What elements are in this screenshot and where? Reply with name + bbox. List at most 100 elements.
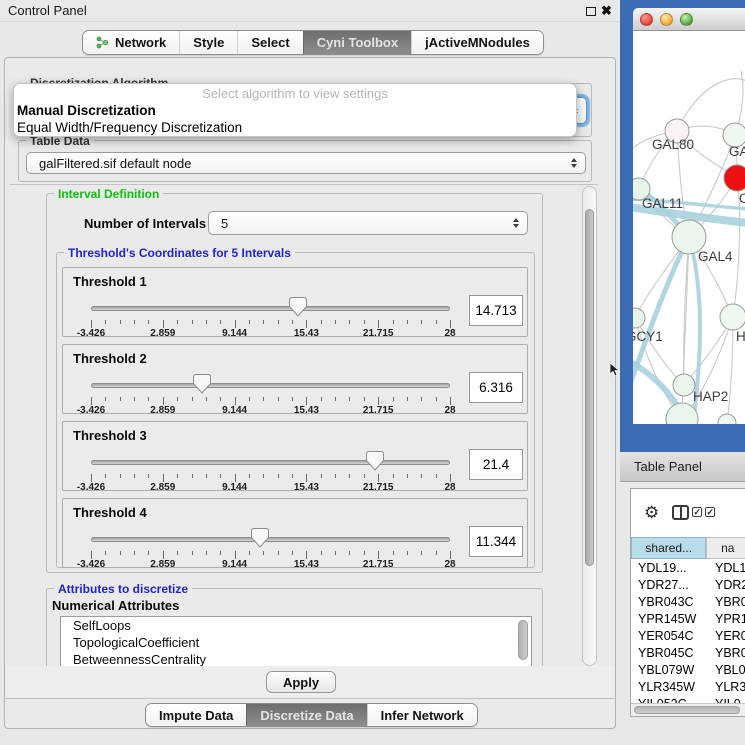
network-canvas[interactable]: GAL80GACGAL11GAL4GCY1HHAP2 [633,31,745,424]
table-row[interactable]: YDR27...YDR2 [631,576,745,593]
cell-shared-name[interactable]: YBR045C [631,646,709,660]
cell-name[interactable]: YLR3 [709,680,745,694]
column-header-name[interactable]: na [706,537,745,559]
threshold-label: Threshold 2 [73,351,147,366]
table-row[interactable]: YPR145WYPR1 [631,610,745,627]
slider-tick [148,320,149,324]
slider-thumb[interactable] [193,374,211,394]
tab-select[interactable]: Select [237,31,302,54]
gear-icon[interactable]: ⚙ [644,504,659,521]
cell-name[interactable]: YBL0 [709,663,745,677]
slider-tick [148,397,149,401]
threshold-value-field[interactable]: 21.4 [469,449,523,480]
threshold-label: Threshold 3 [73,428,147,443]
network-window-titlebar[interactable] [633,8,745,31]
slider-thumb[interactable] [366,451,384,471]
close-traffic-light-icon[interactable] [640,13,653,26]
cell-shared-name[interactable]: YER054C [631,629,709,643]
slider-tick [436,551,437,555]
cell-name[interactable]: YDR2 [709,578,745,592]
slider-thumb[interactable] [289,297,307,317]
threshold-value-field[interactable]: 11.344 [469,526,523,557]
cell-shared-name[interactable]: YPR145W [631,612,709,626]
float-window-icon[interactable] [586,7,596,16]
slider-track[interactable] [91,537,450,542]
network-node[interactable] [720,304,745,330]
dropdown-option-equal-width[interactable]: Equal Width/Frequency Discretization [17,120,242,135]
cell-shared-name[interactable]: YBL079W [631,663,709,677]
threshold-value-field[interactable]: 6.316 [469,372,523,403]
cell-name[interactable]: YBR0 [709,595,745,609]
cell-name[interactable]: YDL1 [709,561,745,575]
table-row[interactable]: YER054CYER0 [631,627,745,644]
close-icon[interactable]: ✖ [601,3,612,19]
slider-tick [163,397,164,405]
table-row[interactable]: YDL19...YDL1 [631,559,745,576]
checkbox-icon[interactable]: ✓ [692,507,702,517]
minimize-traffic-light-icon[interactable] [660,13,673,26]
network-node-label: HAP2 [693,389,728,404]
num-intervals-combobox[interactable]: 5 [208,211,528,235]
panel-scrollbar-thumb[interactable] [585,209,594,566]
dropdown-option-manual[interactable]: Manual Discretization [17,103,156,118]
threshold-4-panel: Threshold 4 -3.4262.8599.14415.4321.7152… [62,498,528,568]
list-item[interactable]: SelfLoops [61,617,531,634]
table-data-combobox[interactable]: galFiltered.sif default node [26,152,586,174]
network-node[interactable] [724,165,745,191]
cell-shared-name[interactable]: YBR043C [631,595,709,609]
table-row[interactable]: YLR345WYLR3 [631,678,745,695]
cell-name[interactable]: YBR0 [709,646,745,660]
panel-scrollbar[interactable] [582,186,597,666]
cell-shared-name[interactable]: YDL19... [631,561,709,575]
zoom-traffic-light-icon[interactable] [680,13,693,26]
slider-tick [321,551,322,555]
slider-tick [249,474,250,478]
tab-style[interactable]: Style [179,31,237,54]
tab-network[interactable]: Network [83,31,179,54]
slider-tick [249,397,250,401]
tab-impute-data[interactable]: Impute Data [146,704,246,726]
top-tab-bar: Network Style Select Cyni Toolbox jActiv… [82,30,544,55]
slider-tick [278,474,279,478]
table-row[interactable]: YIL052CYIL0 [631,695,745,703]
network-node[interactable] [633,308,645,328]
column-header-shared-name[interactable]: shared... [631,537,706,559]
table-hscrollbar[interactable] [631,703,745,716]
list-item[interactable]: TopologicalCoefficient [61,634,531,651]
table-row[interactable]: YBR045CYBR0 [631,644,745,661]
threshold-value-field[interactable]: 14.713 [469,295,523,326]
table-row[interactable]: YBR043CYBR0 [631,593,745,610]
slider-tick [364,474,365,478]
slider-tick [306,551,307,559]
slider-tick-label: 2.859 [150,405,175,416]
table-header-row: shared... na [631,537,745,559]
network-node-label: C [739,191,745,206]
slider-tick [349,397,350,401]
tab-cyni-toolbox[interactable]: Cyni Toolbox [303,31,411,54]
cell-name[interactable]: YER0 [709,629,745,643]
network-node[interactable] [718,414,736,424]
table-hscrollbar-thumb[interactable] [634,706,740,714]
table-rows: YDL19...YDL1YDR27...YDR2YBR043CYBR0YPR14… [631,559,745,703]
cell-name[interactable]: YPR1 [709,612,745,626]
slider-track[interactable] [91,306,450,311]
columns-icon[interactable] [672,505,689,520]
list-scrollbar[interactable] [518,620,528,660]
cell-shared-name[interactable]: YLR345W [631,680,709,694]
tab-infer-network[interactable]: Infer Network [367,704,477,726]
tab-discretize-data[interactable]: Discretize Data [246,704,366,726]
network-icon [96,36,109,49]
slider-tick [364,320,365,324]
slider-track[interactable] [91,383,450,388]
network-node[interactable] [673,374,695,396]
cell-shared-name[interactable]: YDR27... [631,578,709,592]
checkbox-icon[interactable]: ✓ [705,507,715,517]
slider-thumb[interactable] [251,528,269,548]
table-row[interactable]: YBL079WYBL0 [631,661,745,678]
app-root: Control Panel ✖ Network Style [0,0,745,745]
tab-jactivemnodules[interactable]: jActiveMNodules [411,31,543,54]
attributes-list[interactable]: SelfLoops TopologicalCoefficient Between… [60,616,532,668]
apply-button[interactable]: Apply [266,671,336,693]
slider-track[interactable] [91,460,450,465]
slider-tick [120,551,121,555]
